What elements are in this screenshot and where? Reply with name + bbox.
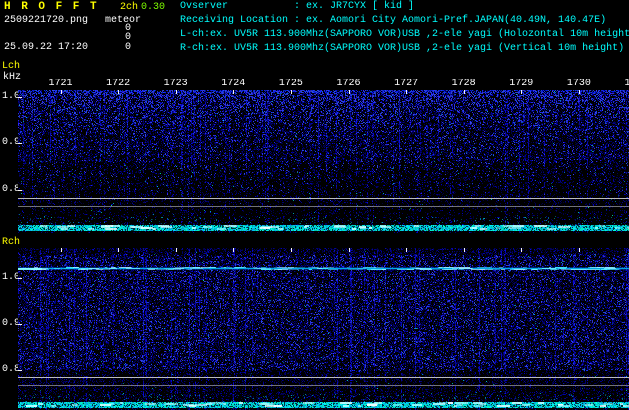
hrofft-screen: H R O F F T 2ch 0.30 2509221720.png mete… — [0, 0, 629, 410]
lch-spectrogram — [18, 90, 629, 233]
station-info-line: R-ch:ex. UV5R 113.900Mhz(SAPPORO VOR)USB… — [180, 44, 629, 58]
station-info-line: Ovserver : ex. JR7CYX [ kid ] — [180, 2, 629, 16]
app-version: 0.30 — [141, 3, 165, 13]
rch-spectrogram — [18, 248, 629, 410]
channel-mode-label: 2ch — [120, 3, 138, 13]
time-label: 1725 — [278, 79, 304, 89]
time-label: 1727 — [393, 79, 419, 89]
time-label: 1728 — [451, 79, 477, 89]
time-label: 1729 — [508, 79, 534, 89]
time-label: 1724 — [220, 79, 246, 89]
time-label: 1723 — [163, 79, 189, 89]
app-title: H R O F F T — [4, 2, 99, 12]
time-axis: 1721 1722 1723 1724 1725 1726 1727 1728 1729 1730… — [0, 79, 629, 89]
output-filename: 2509221720.png — [4, 16, 88, 26]
time-label: 1721 — [48, 79, 74, 89]
time-label: 1730 — [566, 79, 592, 89]
station-info: Ovserver : ex. JR7CYX [ kid ] Receiving L… — [180, 2, 629, 58]
meteor-count-3: 0 — [121, 43, 131, 53]
time-label: 1722 — [105, 79, 131, 89]
rch-label: Rch — [2, 238, 20, 248]
station-info-line: L-ch:ex. UV5R 113.900Mhz(SAPPORO VOR)USB… — [180, 30, 629, 44]
datetime-label: 25.09.22 17:20 — [4, 43, 88, 53]
lch-label: Lch — [2, 62, 20, 72]
time-label: 1726 — [336, 79, 362, 89]
time-label: 1731 — [624, 79, 629, 89]
station-info-line: Receiving Location : ex. Aomori City Aom… — [180, 16, 629, 30]
